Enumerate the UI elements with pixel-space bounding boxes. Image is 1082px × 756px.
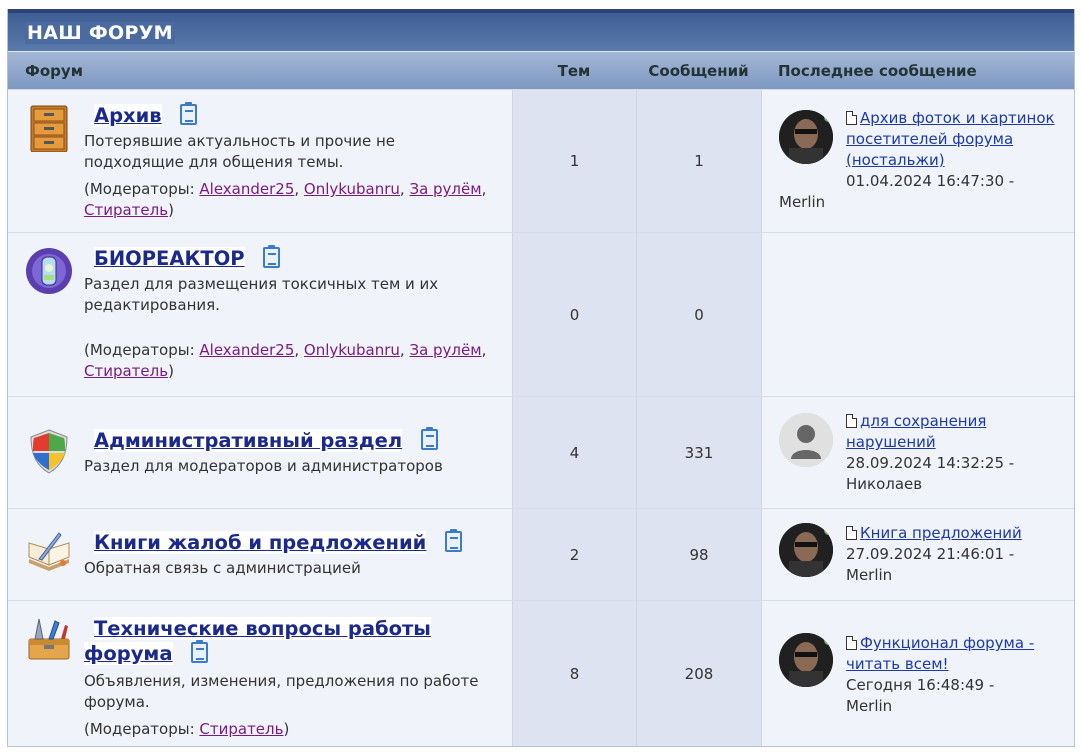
last-post-link[interactable]: Архив фоток и картинок посетителей форум… <box>846 109 1055 169</box>
last-post-link[interactable]: Функционал форума - читать всем! <box>846 634 1034 673</box>
moderator-link[interactable]: Стиратель <box>199 720 283 738</box>
last-post-link[interactable]: Книга предложений <box>860 524 1022 542</box>
last-post-user[interactable]: Merlin <box>846 697 892 715</box>
last-post-cell <box>761 233 1074 396</box>
posts-count: 1 <box>636 90 761 232</box>
last-post-cell: Книга предложений 27.09.2024 21:46:01 - … <box>761 509 1074 600</box>
moderator-link[interactable]: За рулём <box>409 341 481 359</box>
document-icon <box>846 111 857 125</box>
forum-description: Раздел для модераторов и администраторов <box>84 457 443 475</box>
forum-link-technical[interactable]: Технические вопросы работы форума <box>84 617 431 665</box>
category-title[interactable]: НАШ ФОРУМ <box>25 22 175 44</box>
document-icon <box>846 636 857 650</box>
posts-count: 98 <box>636 509 761 600</box>
shield-icon <box>30 429 68 474</box>
forum-cell: Административный раздел Раздел для модер… <box>8 397 512 508</box>
last-post-cell: для сохранения нарушений 28.09.2024 14:3… <box>761 397 1074 508</box>
last-post-cell: Функционал форума - читать всем! Сегодня… <box>761 601 1074 746</box>
forum-cell: Архив Потерявшие актуальность и прочие н… <box>8 90 512 232</box>
archive-cabinet-icon <box>30 105 68 152</box>
online-status-icon <box>824 636 833 645</box>
forum-description: Потерявшие актуальность и прочие не подх… <box>84 132 396 171</box>
topics-list-icon[interactable] <box>180 102 198 125</box>
forum-cell: Технические вопросы работы форума Объявл… <box>8 601 512 746</box>
last-post-link[interactable]: для сохранения нарушений <box>846 412 986 451</box>
forum-link-complaints[interactable]: Книги жалоб и предложений <box>94 531 427 554</box>
forum-cell: Книги жалоб и предложений Обратная связь… <box>8 509 512 600</box>
posts-count: 0 <box>636 233 761 396</box>
table-header: Форум Тем Сообщений Последнее сообщение <box>8 51 1074 89</box>
forum-description: Раздел для размещения токсичных тем и их… <box>84 275 439 314</box>
online-status-icon <box>824 113 833 122</box>
posts-count: 208 <box>636 601 761 746</box>
last-post-cell: Архив фоток и картинок посетителей форум… <box>761 90 1074 232</box>
moderators: (Модераторы: Стиратель) <box>84 720 290 738</box>
topics-list-icon[interactable] <box>191 640 209 663</box>
topics-count: 1 <box>512 90 636 232</box>
moderators: (Модераторы: Alexander25, Onlykubanru, З… <box>84 341 487 380</box>
last-post-date: 28.09.2024 14:32:25 - <box>846 454 1015 472</box>
moderator-link[interactable]: Onlykubanru <box>304 180 400 198</box>
topics-count: 4 <box>512 397 636 508</box>
header-posts: Сообщений <box>648 62 749 80</box>
avatar[interactable] <box>779 523 833 577</box>
topics-count: 2 <box>512 509 636 600</box>
forum-row-archive: Архив Потерявшие актуальность и прочие н… <box>8 89 1074 232</box>
topics-list-icon[interactable] <box>445 529 463 552</box>
header-topics: Тем <box>557 62 591 80</box>
topics-list-icon[interactable] <box>263 245 281 268</box>
online-status-icon <box>824 526 833 535</box>
avatar[interactable] <box>779 110 833 164</box>
moderator-link[interactable]: Onlykubanru <box>304 341 400 359</box>
forum-row-technical: Технические вопросы работы форума Объявл… <box>8 600 1074 746</box>
forum-link-bioreactor[interactable]: БИОРЕАКТОР <box>94 247 245 270</box>
bioreactor-icon <box>26 248 72 294</box>
header-forum: Форум <box>25 62 83 80</box>
avatar[interactable] <box>779 413 833 467</box>
avatar[interactable] <box>779 633 833 687</box>
forum-cell: БИОРЕАКТОР Раздел для размещения токсичн… <box>8 233 512 396</box>
moderator-link[interactable]: Alexander25 <box>199 180 294 198</box>
last-post-user[interactable]: Merlin <box>846 566 892 584</box>
topics-count: 8 <box>512 601 636 746</box>
toolbox-icon <box>28 618 70 660</box>
topics-list-icon[interactable] <box>420 427 438 450</box>
topics-count: 0 <box>512 233 636 396</box>
moderator-link[interactable]: За рулём <box>409 180 481 198</box>
posts-count: 331 <box>636 397 761 508</box>
document-icon <box>846 414 857 428</box>
forum-table: НАШ ФОРУМ Форум Тем Сообщений Последнее … <box>7 9 1075 747</box>
header-last-post: Последнее сообщение <box>778 62 977 80</box>
forum-link-archive[interactable]: Архив <box>94 104 162 127</box>
last-post-user[interactable]: Merlin <box>779 193 825 211</box>
last-post-date: Сегодня 16:48:49 - <box>846 676 995 694</box>
forum-row-bioreactor: БИОРЕАКТОР Раздел для размещения токсичн… <box>8 232 1074 396</box>
book-quill-icon <box>28 532 70 571</box>
last-post-user[interactable]: Николаев <box>846 475 922 493</box>
forum-link-admin[interactable]: Административный раздел <box>94 429 403 452</box>
last-post-date: 27.09.2024 21:46:01 - <box>846 545 1015 563</box>
moderator-link[interactable]: Стиратель <box>84 362 168 380</box>
moderator-link[interactable]: Alexander25 <box>199 341 294 359</box>
forum-description: Объявления, изменения, предложения по ра… <box>84 672 479 711</box>
moderator-link[interactable]: Стиратель <box>84 201 168 219</box>
category-title-bar: НАШ ФОРУМ <box>8 9 1074 51</box>
forum-description: Обратная связь с администрацией <box>84 559 361 577</box>
forum-row-admin: Административный раздел Раздел для модер… <box>8 396 1074 508</box>
moderators: (Модераторы: Alexander25, Onlykubanru, З… <box>84 180 487 219</box>
last-post-date: 01.04.2024 16:47:30 - <box>846 172 1015 190</box>
document-icon <box>846 526 857 540</box>
forum-row-complaints: Книги жалоб и предложений Обратная связь… <box>8 508 1074 600</box>
